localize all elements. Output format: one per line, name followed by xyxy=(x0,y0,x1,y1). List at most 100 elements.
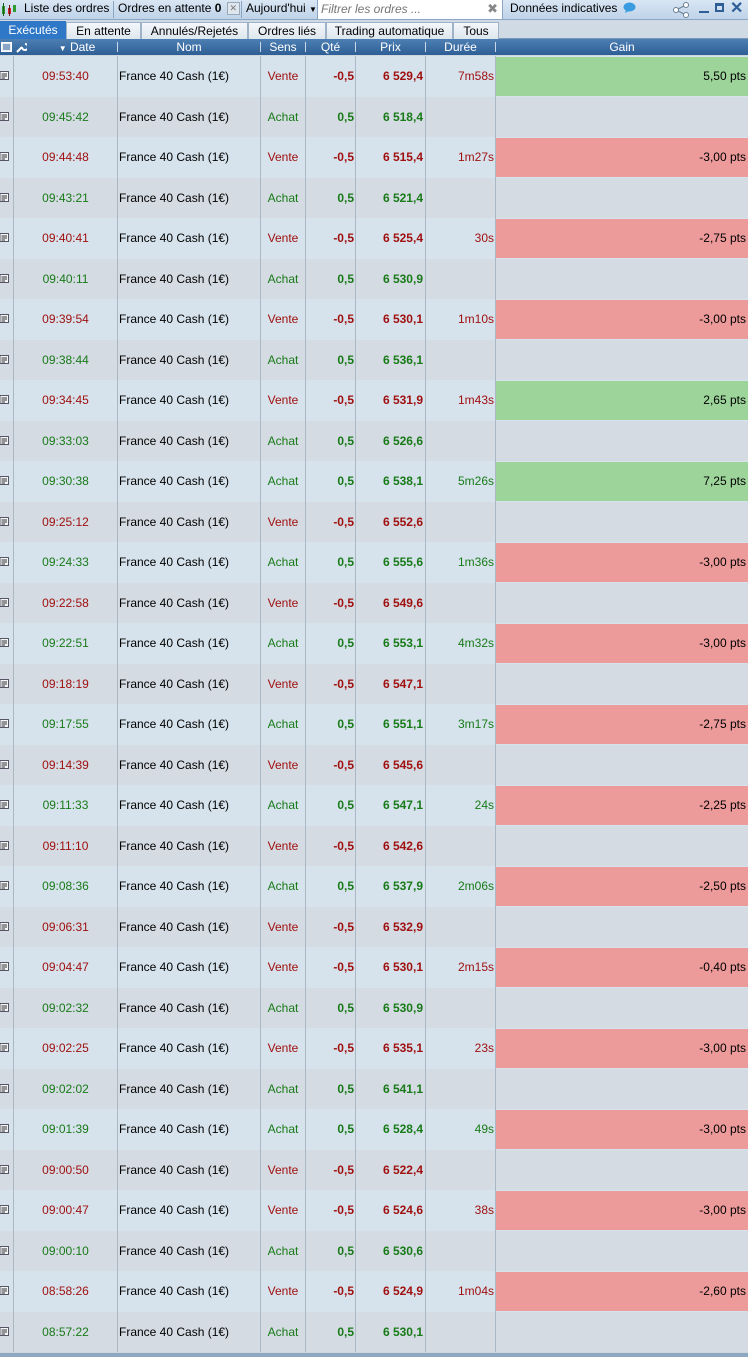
close-icon[interactable]: ✕ xyxy=(730,0,743,19)
order-side: Achat xyxy=(267,636,299,650)
order-detail-icon[interactable] xyxy=(0,152,9,161)
maximize-icon[interactable] xyxy=(715,3,724,12)
table-row[interactable]: 09:24:33 France 40 Cash (1€) Achat 0,5 6 555… xyxy=(0,542,748,583)
order-detail-icon[interactable] xyxy=(0,840,9,850)
share-icon[interactable] xyxy=(672,2,690,18)
order-side: Achat xyxy=(267,1324,299,1339)
order-detail-icon[interactable] xyxy=(0,395,9,404)
order-detail-icon[interactable] xyxy=(0,881,9,890)
clear-filter-icon[interactable]: ✖ xyxy=(487,0,498,18)
order-detail-icon[interactable] xyxy=(0,476,9,485)
filter-input[interactable] xyxy=(321,1,481,17)
table-row[interactable]: 09:14:39 France 40 Cash (1€) Vente -0,5 6 54… xyxy=(0,744,748,785)
table-row[interactable]: 09:25:12 France 40 Cash (1€) Vente -0,5 6 55… xyxy=(0,501,748,542)
tab-executed[interactable]: Exécutés xyxy=(0,21,66,39)
order-detail-icon[interactable] xyxy=(0,962,9,971)
table-row[interactable]: 09:11:33 France 40 Cash (1€) Achat 0,5 6 547… xyxy=(0,785,748,826)
order-detail-icon[interactable] xyxy=(0,111,9,121)
info-bubble-icon[interactable] xyxy=(623,2,636,14)
order-detail-icon[interactable] xyxy=(0,1124,9,1133)
table-row[interactable]: 09:18:19 France 40 Cash (1€) Vente -0,5 6 54… xyxy=(0,663,748,704)
order-detail-icon[interactable] xyxy=(0,678,9,688)
table-row[interactable]: 09:00:50 France 40 Cash (1€) Vente -0,5 6 52… xyxy=(0,1149,748,1190)
column-side[interactable]: Sens xyxy=(261,39,305,55)
order-detail-icon[interactable] xyxy=(0,1164,9,1174)
table-header: ▼ Date Nom Sens Qté Prix Durée Gain xyxy=(0,39,748,55)
tab-cancelled-rejected[interactable]: Annulés/Rejetés xyxy=(141,22,248,39)
table-row[interactable]: 09:02:02 France 40 Cash (1€) Achat 0,5 6 541… xyxy=(0,1068,748,1109)
table-row[interactable]: 09:45:42 France 40 Cash (1€) Achat 0,5 6 518… xyxy=(0,96,748,137)
table-row[interactable]: 09:53:40 France 40 Cash (1€) Vente -0,5 6 52… xyxy=(0,56,748,97)
order-detail-icon[interactable] xyxy=(0,273,9,283)
tab-linked-orders[interactable]: Ordres liés xyxy=(248,22,326,39)
column-date[interactable]: ▼ Date xyxy=(54,39,100,55)
table-row[interactable]: 09:22:58 France 40 Cash (1€) Vente -0,5 6 54… xyxy=(0,582,748,623)
table-row[interactable]: 09:04:47 France 40 Cash (1€) Vente -0,5 6 53… xyxy=(0,947,748,988)
tab-auto-trading[interactable]: Trading automatique xyxy=(326,22,453,39)
table-row[interactable]: 09:43:21 France 40 Cash (1€) Achat 0,5 6 521… xyxy=(0,177,748,218)
order-detail-icon[interactable] xyxy=(0,435,9,445)
column-name[interactable]: Nom xyxy=(118,39,260,55)
table-row[interactable]: 09:33:03 France 40 Cash (1€) Achat 0,5 6 526… xyxy=(0,420,748,461)
tab-all[interactable]: Tous xyxy=(453,22,499,39)
order-time: 09:00:10 xyxy=(42,1243,89,1258)
order-detail-icon[interactable] xyxy=(0,1083,9,1093)
order-detail-icon[interactable] xyxy=(0,638,9,647)
table-row[interactable]: 09:38:44 France 40 Cash (1€) Achat 0,5 6 536… xyxy=(0,339,748,380)
table-row[interactable]: 09:11:10 France 40 Cash (1€) Vente -0,5 6 54… xyxy=(0,825,748,866)
table-row[interactable]: 09:39:54 France 40 Cash (1€) Vente -0,5 6 53… xyxy=(0,299,748,340)
column-price[interactable]: Prix xyxy=(356,39,425,55)
table-row[interactable]: 09:06:31 France 40 Cash (1€) Vente -0,5 6 53… xyxy=(0,906,748,947)
order-detail-icon[interactable] xyxy=(0,314,9,323)
table-row[interactable]: 09:30:38 France 40 Cash (1€) Achat 0,5 6 538… xyxy=(0,461,748,502)
column-duration[interactable]: Durée xyxy=(426,39,495,55)
orders-list-label[interactable]: Liste des ordres xyxy=(24,0,109,19)
order-detail-icon[interactable] xyxy=(0,71,9,80)
order-detail-icon[interactable] xyxy=(0,1286,9,1295)
table-row[interactable]: 09:08:36 France 40 Cash (1€) Achat 0,5 6 537… xyxy=(0,866,748,907)
period-dropdown[interactable]: Aujourd'hui ▼ xyxy=(246,0,317,19)
close-pending-icon[interactable]: ✕ xyxy=(226,2,240,16)
order-gain: -3,00 pts xyxy=(496,543,748,582)
tab-pending[interactable]: En attente xyxy=(66,22,141,39)
minimize-icon[interactable] xyxy=(699,11,709,13)
order-qty: -0,5 xyxy=(333,960,354,974)
wrench-icon[interactable] xyxy=(15,41,27,53)
order-time: 09:33:03 xyxy=(42,433,89,448)
order-detail-icon[interactable] xyxy=(0,921,9,931)
table-row[interactable]: 09:02:25 France 40 Cash (1€) Vente -0,5 6 53… xyxy=(0,1028,748,1069)
table-row[interactable]: 09:02:32 France 40 Cash (1€) Achat 0,5 6 530… xyxy=(0,987,748,1028)
table-row[interactable]: 09:00:10 France 40 Cash (1€) Achat 0,5 6 530… xyxy=(0,1230,748,1271)
table-row[interactable]: 09:44:48 France 40 Cash (1€) Vente -0,5 6 51… xyxy=(0,137,748,178)
table-row[interactable]: 09:22:51 France 40 Cash (1€) Achat 0,5 6 553… xyxy=(0,623,748,664)
table-row[interactable]: 09:40:11 France 40 Cash (1€) Achat 0,5 6 530… xyxy=(0,258,748,299)
order-detail-icon[interactable] xyxy=(0,1002,9,1012)
column-qty[interactable]: Qté xyxy=(306,39,355,55)
table-row[interactable]: 09:40:41 France 40 Cash (1€) Vente -0,5 6 52… xyxy=(0,218,748,259)
order-detail-icon[interactable] xyxy=(0,1043,9,1052)
bottom-scrollbar[interactable] xyxy=(0,1353,748,1357)
detail-header-icon[interactable] xyxy=(1,42,12,52)
order-detail-icon[interactable] xyxy=(0,1245,9,1255)
pending-orders-button[interactable]: Ordres en attente 0 ✕ xyxy=(118,0,240,19)
order-duration xyxy=(426,259,494,299)
order-detail-icon[interactable] xyxy=(0,1205,9,1214)
order-detail-icon[interactable] xyxy=(0,719,9,728)
column-gain[interactable]: Gain xyxy=(496,39,748,55)
table-row[interactable]: 09:34:45 France 40 Cash (1€) Vente -0,5 6 53… xyxy=(0,380,748,421)
table-row[interactable]: 09:01:39 France 40 Cash (1€) Achat 0,5 6 528… xyxy=(0,1109,748,1150)
order-detail-icon[interactable] xyxy=(0,354,9,364)
order-detail-icon[interactable] xyxy=(0,233,9,242)
order-detail-icon[interactable] xyxy=(0,597,9,607)
order-qty: 0,5 xyxy=(337,798,354,812)
order-detail-icon[interactable] xyxy=(0,800,9,809)
order-detail-icon[interactable] xyxy=(0,557,9,566)
order-detail-icon[interactable] xyxy=(0,516,9,526)
table-row[interactable]: 08:58:26 France 40 Cash (1€) Vente -0,5 6 52… xyxy=(0,1271,748,1312)
order-detail-icon[interactable] xyxy=(0,1326,9,1336)
table-row[interactable]: 09:17:55 France 40 Cash (1€) Achat 0,5 6 551… xyxy=(0,704,748,745)
order-detail-icon[interactable] xyxy=(0,192,9,202)
table-row[interactable]: 08:57:22 France 40 Cash (1€) Achat 0,5 6 530… xyxy=(0,1311,748,1352)
order-detail-icon[interactable] xyxy=(0,759,9,769)
table-row[interactable]: 09:00:47 France 40 Cash (1€) Vente -0,5 6 52… xyxy=(0,1190,748,1231)
